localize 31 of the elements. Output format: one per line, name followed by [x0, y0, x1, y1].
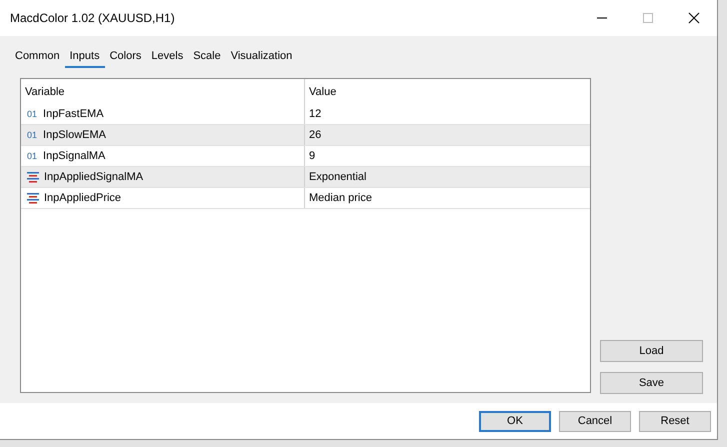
dialog-button[interactable]: Cancel: [559, 410, 631, 432]
variable-name: InpSlowEMA: [43, 129, 106, 141]
variable-name: InpSignalMA: [43, 150, 106, 162]
value-cell[interactable]: 12: [305, 104, 590, 124]
integer-type-icon: 01: [27, 151, 38, 161]
column-header: Variable: [21, 79, 305, 104]
column-header: Value: [308, 84, 338, 100]
tab[interactable]: Colors: [104, 50, 146, 68]
list-type-icon: [27, 192, 39, 204]
integer-type-icon: 01: [27, 130, 38, 140]
side-button[interactable]: Load: [600, 340, 703, 362]
side-button[interactable]: Save: [600, 372, 703, 394]
variable-name: InpFastEMA: [43, 108, 104, 120]
list-type-icon: [27, 171, 39, 183]
value-cell[interactable]: Exponential: [305, 167, 590, 187]
tab[interactable]: Common: [10, 50, 65, 68]
tab[interactable]: Visualization: [226, 50, 298, 68]
dialog-button[interactable]: OK: [479, 410, 551, 432]
close-icon: [688, 12, 700, 24]
tab[interactable]: Inputs: [64, 50, 105, 68]
variable-name: InpAppliedSignalMA: [44, 171, 144, 183]
tab[interactable]: Levels: [146, 50, 188, 68]
value-cell[interactable]: Median price: [305, 188, 590, 208]
integer-type-icon: 01: [27, 109, 38, 119]
variable-name: InpAppliedPrice: [44, 192, 122, 204]
tab[interactable]: Scale: [188, 50, 226, 68]
dialog-button[interactable]: Reset: [639, 410, 711, 432]
window-title: MacdColor 1.02 (XAUUSD,H1): [9, 11, 175, 25]
value-cell[interactable]: 9: [305, 146, 590, 166]
maximize-icon: [642, 12, 654, 24]
value-cell[interactable]: 26: [305, 125, 590, 145]
